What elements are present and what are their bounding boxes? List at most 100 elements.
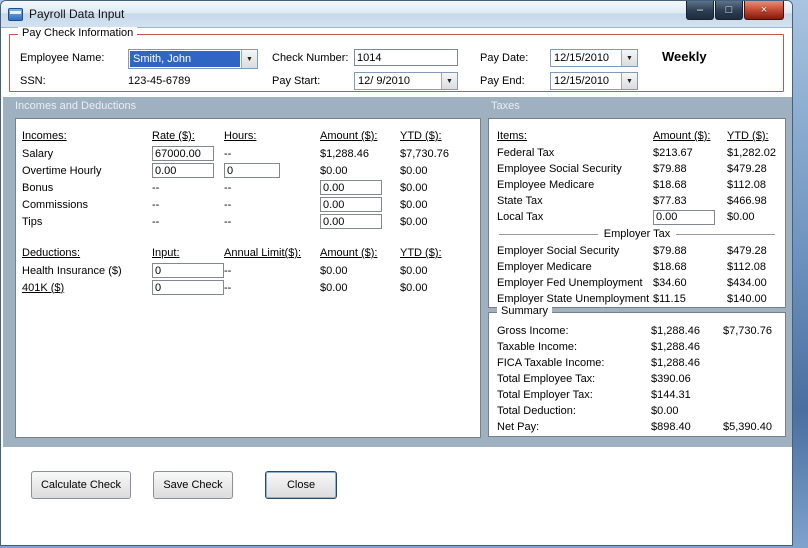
- tax-ytd: $466.98: [727, 195, 767, 207]
- save-check-button[interactable]: Save Check: [153, 471, 233, 499]
- title-bar: Payroll Data Input – □ ×: [1, 1, 792, 28]
- local-tax-input[interactable]: [653, 209, 715, 225]
- dropdown-arrow-icon[interactable]: ▼: [621, 50, 637, 66]
- summary-row: Total Employer Tax: $144.31: [489, 387, 785, 403]
- check-number-label: Check Number:: [272, 52, 349, 64]
- income-hours: --: [224, 198, 232, 211]
- income-ytd: $0.00: [400, 215, 428, 228]
- ytd-col-header: YTD ($):: [400, 130, 442, 142]
- app-icon: [8, 7, 23, 21]
- health-insurance-input[interactable]: [152, 263, 224, 278]
- income-amount: $1,288.46: [320, 147, 369, 160]
- amount-col-header: Amount ($):: [320, 130, 378, 142]
- summary-label: Total Employer Tax:: [497, 389, 593, 401]
- tax-label: Local Tax: [497, 211, 544, 223]
- ssn-label: SSN:: [20, 75, 46, 87]
- income-label: Commissions: [22, 198, 89, 211]
- pay-date-picker[interactable]: 12/15/2010 ▼: [550, 49, 638, 67]
- annual-limit-col-header: Annual Limit($):: [224, 247, 302, 259]
- income-rate: --: [152, 198, 160, 211]
- tax-amount: $77.83: [653, 195, 687, 207]
- summary-label: FICA Taxable Income:: [497, 357, 605, 369]
- tax-row: Federal Tax $213.67 $1,282.02: [489, 145, 785, 161]
- summary-row: Total Employee Tax: $390.06: [489, 371, 785, 387]
- dropdown-arrow-icon[interactable]: ▼: [621, 73, 637, 89]
- deduction-401k-link[interactable]: 401K ($): [22, 282, 152, 294]
- employee-name-value: Smith, John: [130, 51, 240, 67]
- incomes-col-header: Incomes:: [22, 130, 67, 142]
- pay-start-value: 12/ 9/2010: [358, 75, 410, 87]
- bonus-amount-input[interactable]: [320, 180, 382, 195]
- tax-row: Employee Social Security $79.88 $479.28: [489, 161, 785, 177]
- window-title: Payroll Data Input: [29, 7, 125, 21]
- income-rate: --: [152, 215, 160, 228]
- income-row-tips: Tips -- -- $0.00: [16, 213, 480, 230]
- summary-row: Gross Income: $1,288.46 $7,730.76: [489, 323, 785, 339]
- tax-ytd: $479.28: [727, 245, 767, 257]
- summary-amount: $1,288.46: [651, 341, 700, 353]
- ssn-value: 123-45-6789: [128, 75, 191, 87]
- commissions-amount-input[interactable]: [320, 197, 382, 212]
- income-ytd: $7,730.76: [400, 147, 449, 160]
- tax-label: Employee Social Security: [497, 163, 622, 175]
- summary-ytd: $5,390.40: [723, 421, 772, 433]
- income-label: Overtime Hourly: [22, 164, 102, 177]
- hours-col-header: Hours:: [224, 130, 257, 142]
- income-ytd: $0.00: [400, 181, 428, 194]
- tax-label: State Tax: [497, 195, 543, 207]
- tax-label: Federal Tax: [497, 147, 555, 159]
- tips-amount-input[interactable]: [320, 214, 382, 229]
- summary-group-label: Summary: [497, 305, 553, 317]
- tax-amount: $79.88: [653, 245, 687, 257]
- income-hours: --: [224, 215, 232, 228]
- pay-end-value: 12/15/2010: [554, 75, 610, 87]
- calculate-check-button[interactable]: Calculate Check: [31, 471, 131, 499]
- deduction-401k-input[interactable]: [152, 280, 224, 295]
- pay-end-label: Pay End:: [480, 75, 525, 87]
- employer-tax-divider-label: Employer Tax: [603, 228, 671, 240]
- deduction-amount: $0.00: [320, 264, 348, 277]
- close-button[interactable]: Close: [265, 471, 337, 499]
- tax-ytd: $0.00: [727, 211, 755, 223]
- overtime-rate-input[interactable]: [152, 163, 214, 178]
- payroll-window: Payroll Data Input – □ × Pay Check Infor…: [0, 0, 793, 546]
- overtime-hours-input[interactable]: [224, 163, 280, 178]
- income-label: Tips: [22, 215, 43, 228]
- rate-col-header: Rate ($):: [152, 130, 195, 142]
- summary-label: Total Employee Tax:: [497, 373, 596, 385]
- window-controls: – □ ×: [685, 1, 784, 20]
- summary-ytd: $7,730.76: [723, 325, 772, 337]
- taxes-section-header: Taxes: [491, 100, 520, 112]
- incomes-panel: Incomes: Rate ($): Hours: Amount ($): YT…: [15, 118, 481, 438]
- close-button-icon[interactable]: ×: [744, 1, 784, 20]
- income-ytd: $0.00: [400, 164, 428, 177]
- pay-frequency-label: Weekly: [662, 49, 707, 64]
- minimize-button-icon[interactable]: –: [686, 1, 714, 20]
- incomes-section-header: Incomes and Deductions: [15, 100, 137, 112]
- tax-label: Employer Social Security: [497, 245, 620, 257]
- check-number-input[interactable]: [354, 49, 458, 66]
- tax-row: Employer Fed Unemployment $34.60 $434.00: [489, 275, 785, 291]
- income-row-salary: Salary -- $1,288.46 $7,730.76: [16, 145, 480, 162]
- tax-label: Employee Medicare: [497, 179, 595, 191]
- incomes-header-row: Incomes: Rate ($): Hours: Amount ($): YT…: [16, 127, 480, 145]
- summary-row: Taxable Income: $1,288.46: [489, 339, 785, 355]
- pay-end-picker[interactable]: 12/15/2010 ▼: [550, 72, 638, 90]
- tax-ytd: $140.00: [727, 293, 767, 305]
- tax-amount: $79.88: [653, 163, 687, 175]
- dropdown-arrow-icon[interactable]: ▼: [441, 73, 457, 89]
- tax-amount: $34.60: [653, 277, 687, 289]
- deduction-limit: --: [224, 281, 232, 294]
- deduction-label: Health Insurance ($): [22, 264, 122, 277]
- summary-amount: $390.06: [651, 373, 691, 385]
- salary-rate-input[interactable]: [152, 146, 214, 161]
- employee-name-select[interactable]: Smith, John ▼: [128, 49, 258, 69]
- pay-date-label: Pay Date:: [480, 52, 529, 64]
- summary-row-netpay: Net Pay: $898.40 $5,390.40: [489, 419, 785, 435]
- maximize-button-icon[interactable]: □: [715, 1, 743, 20]
- pay-start-picker[interactable]: 12/ 9/2010 ▼: [354, 72, 458, 90]
- dropdown-arrow-icon[interactable]: ▼: [241, 50, 257, 68]
- tax-amount: $11.15: [653, 293, 686, 305]
- deduction-row-401k: 401K ($) -- $0.00 $0.00: [16, 279, 480, 296]
- deductions-col-header: Deductions:: [22, 247, 81, 259]
